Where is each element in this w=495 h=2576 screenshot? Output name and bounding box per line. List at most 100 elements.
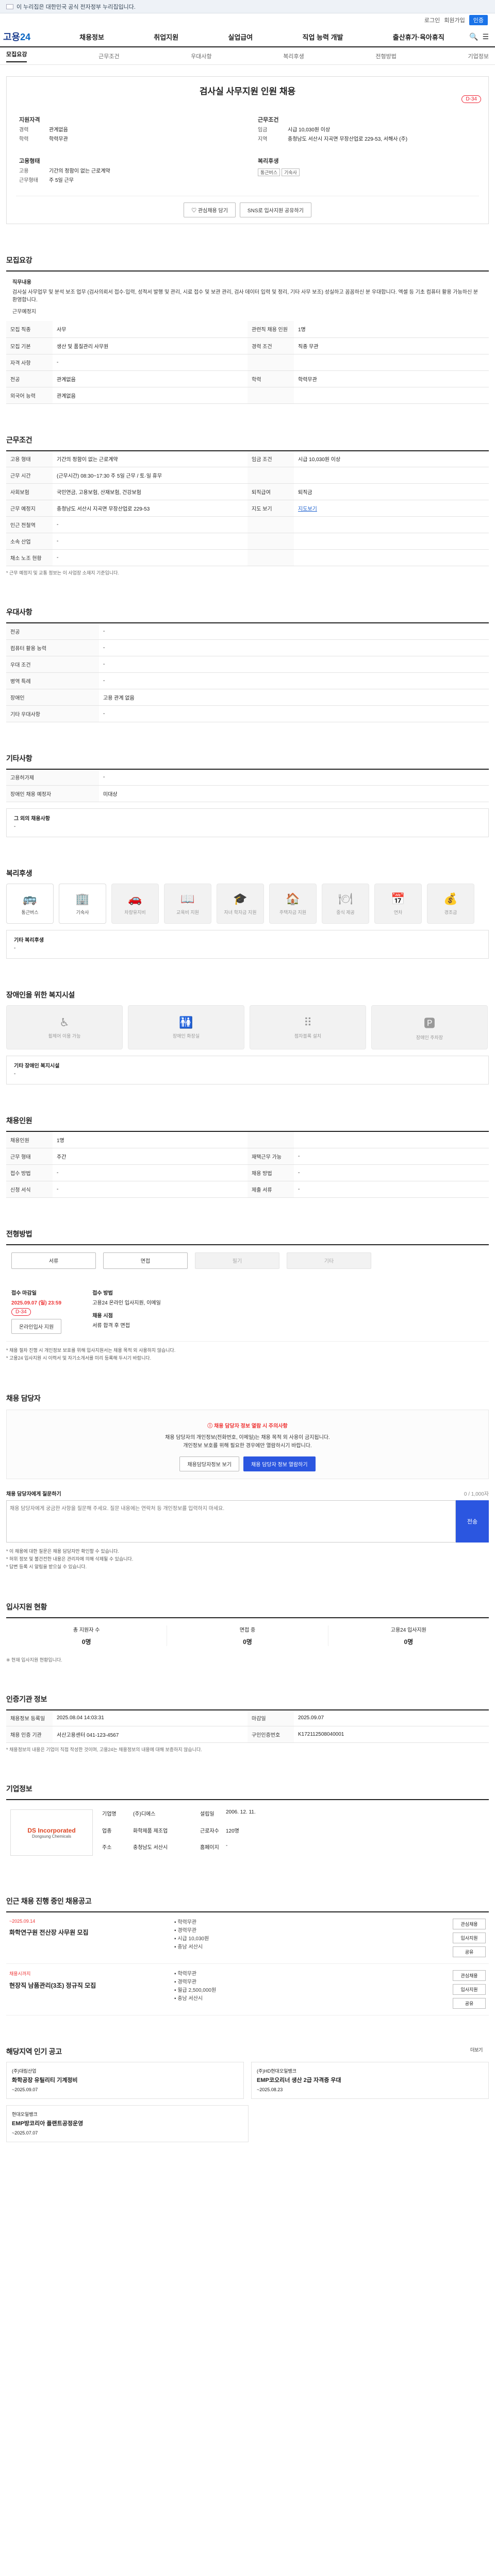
row-value: 관계없음	[53, 387, 248, 404]
stat-label: 면접 중	[239, 1627, 256, 1633]
benefit-item: 📖 교육비 지원	[164, 884, 211, 924]
tab-item[interactable]: 복리후생	[283, 52, 304, 60]
open-contact-button[interactable]: 채용 담당자 정보 열람하기	[243, 1456, 316, 1471]
cert-button[interactable]: 인증	[469, 15, 488, 25]
table-row: 채용인원 1명	[6, 1131, 489, 1148]
item-action-button[interactable]: 관심채용	[453, 1970, 486, 1981]
popular-job-card[interactable]: (주)HD현대오일뱅크 EMP코오리너 생산 2급 자격증 우대 ~2025.08.…	[251, 2062, 489, 2099]
table-row: 채용정보 등록일 2025.08.04 14:03:31 마감일 2025.09.07	[6, 1709, 489, 1726]
list-item[interactable]: 채용시까지 현장직 남품관리(3조) 정규직 모집 ▪ 학력무관 ▪ 경력무관 ▪ 월급…	[6, 1964, 489, 2015]
join-link[interactable]: 회원가입	[444, 16, 465, 24]
row-key: 경력 조건	[248, 337, 294, 354]
tab-item[interactable]: 전형방법	[375, 52, 396, 60]
row-value: -	[53, 516, 248, 533]
benefit-icon: 📅	[391, 892, 405, 905]
item-main: 채용시까지 현장직 남품관리(3조) 정규직 모집	[9, 1970, 174, 2009]
benefit-heading: 복리후생	[258, 158, 279, 164]
row-value: 2025.08.04 14:03:31	[53, 1709, 248, 1726]
row-value: -	[294, 1181, 489, 1198]
utility-menu: 로그인 회원가입 인증	[0, 13, 495, 27]
benefit-item: 🍽 중식 제공	[322, 884, 369, 924]
question-input[interactable]	[6, 1500, 456, 1543]
row-key: 학력	[248, 370, 294, 387]
gnb-item[interactable]: 채용정보	[79, 32, 104, 42]
row-value	[294, 387, 489, 404]
row-value: -	[53, 1181, 248, 1198]
gnb-item[interactable]: 출산휴가·육아휴직	[393, 32, 444, 42]
benefit-label: 주택자금 지원	[279, 909, 307, 915]
menu-icon[interactable]: ☰	[482, 32, 489, 41]
item-title[interactable]: 화학연구원 전산장 사무원 모집	[9, 1928, 174, 1937]
item-title[interactable]: 현장직 남품관리(3조) 정규직 모집	[9, 1981, 174, 1990]
tab-item[interactable]: 기업정보	[468, 52, 488, 60]
table-row: 고용 형태 기간의 정함이 없는 근로계약 임금 조건 시급 10,030원 이상	[6, 450, 489, 467]
summary-row: 고용 기간의 정함이 없는 근로계약	[19, 168, 237, 175]
benefit-label: 자녀 학자금 지원	[224, 909, 257, 915]
company-logo: DS Incorporated Dongsung Chemicals	[10, 1809, 93, 1856]
other-info-box: 그 외의 채용사항 -	[6, 808, 489, 837]
search-icon[interactable]: 🔍	[469, 32, 478, 41]
page-title: 검사실 사무지원 인원 채용	[199, 87, 296, 96]
send-question-button[interactable]: 전송	[456, 1500, 489, 1543]
row-key: 지도 보기	[248, 500, 294, 517]
row-value: 학력무관	[294, 370, 489, 387]
save-job-button[interactable]: ♡ 관심채용 담기	[184, 202, 236, 217]
gnb-item[interactable]: 실업급여	[228, 32, 253, 42]
row-value: 지도보기	[294, 500, 489, 517]
summary-key: 임금	[258, 127, 268, 133]
row-key: 임금 조건	[248, 450, 294, 467]
row-value: -	[99, 705, 489, 722]
login-link[interactable]: 로그인	[424, 16, 440, 24]
global-nav: 고용24 채용정보 취업지원 실업급여 직업 능력 개발 출산휴가·육아휴직 🔍 ☰	[0, 27, 495, 47]
tab-item[interactable]: 우대사항	[191, 52, 211, 60]
gnb-item[interactable]: 취업지원	[154, 32, 178, 42]
item-action-button[interactable]: 입사지원	[453, 1933, 486, 1943]
table-row: 전공 -	[6, 623, 489, 640]
share-button[interactable]: SNS로 입사지원 공유하기	[239, 202, 311, 217]
benefit-icon: 💰	[443, 892, 458, 905]
summary-key: 근무형태	[19, 178, 38, 183]
item-action-button[interactable]: 관심채용	[453, 1919, 486, 1929]
note-line: * 허위 정보 및 불건전한 내용은 관리자에 의해 삭제될 수 있습니다.	[6, 1556, 134, 1562]
section-title: 전형방법	[6, 1229, 32, 1238]
row-value: -	[99, 769, 489, 786]
step-item: 서류	[11, 1252, 96, 1269]
view-contact-button[interactable]: 채용담당자정보 보기	[179, 1456, 240, 1471]
row-value: -	[99, 623, 489, 640]
row-value	[294, 354, 489, 371]
summary-key: 학력	[19, 137, 29, 142]
popular-job-card[interactable]: (주)대림산업 화학공장 유틸리티 기계정비 ~2025.09.07	[6, 2062, 244, 2099]
row-key: 접수 방법	[6, 1164, 53, 1181]
summary-value: 관계없음	[49, 127, 68, 133]
company-value: -	[226, 1843, 228, 1849]
apply-online-button[interactable]: 온라인입사 지원	[11, 1318, 62, 1334]
tab-item[interactable]: 모집요강	[6, 50, 27, 62]
row-key: 마감일	[248, 1709, 294, 1726]
section-title: 인근 채용 진행 중인 채용공고	[6, 1897, 92, 1905]
more-link[interactable]: 더보기	[470, 2046, 483, 2053]
item-action-button[interactable]: 공유	[453, 1998, 486, 2009]
row-key: 구인인증번호	[248, 1726, 294, 1743]
summary-value: 학력무관	[49, 137, 68, 142]
benefit-item: 🏠 주택자금 지원	[269, 884, 317, 924]
summary-value: 충청남도 서산시 지곡면 무장산업로 229-53, 서해사 (주)	[288, 137, 408, 142]
list-item[interactable]: ~2025.09.14 화학연구원 전산장 사무원 모집 ▪ 학력무관 ▪ 경력무관 ▪…	[6, 1912, 489, 1964]
tab-item[interactable]: 근무조건	[98, 52, 119, 60]
summary-row: 근무형태 주 5일 근무	[19, 177, 237, 184]
gnb-item[interactable]: 직업 능력 개발	[303, 32, 343, 42]
item-action-button[interactable]: 공유	[453, 1946, 486, 1957]
row-value: 관계없음	[53, 370, 248, 387]
card-deadline: ~2025.08.23	[257, 2087, 283, 2092]
apply-notes: * 채용 절차 진행 시 개인정보 보호를 위해 입사지원서는 채용 목적 외 …	[6, 1347, 489, 1362]
item-action-button[interactable]: 입사지원	[453, 1984, 486, 1995]
table-row: 소속 산업 -	[6, 533, 489, 550]
row-key: 장애인	[6, 689, 99, 706]
row-key: 사회보험	[6, 483, 53, 500]
flag-icon	[6, 4, 13, 9]
row-key: 컴퓨터 활용 능력	[6, 639, 99, 656]
company-value: 2006. 12. 11.	[226, 1809, 256, 1815]
popular-job-card[interactable]: 현대오일뱅크 EMP방코리아 플랜트공정운영 ~2025.07.07	[6, 2105, 249, 2142]
table-row: 근무 예정지 충청남도 서산시 지곡면 무장산업로 229-53 지도 보기 지도보기	[6, 500, 489, 517]
table-row: 전공 관계없음 학력 학력무관	[6, 370, 489, 387]
site-logo[interactable]: 고용24	[3, 30, 55, 43]
